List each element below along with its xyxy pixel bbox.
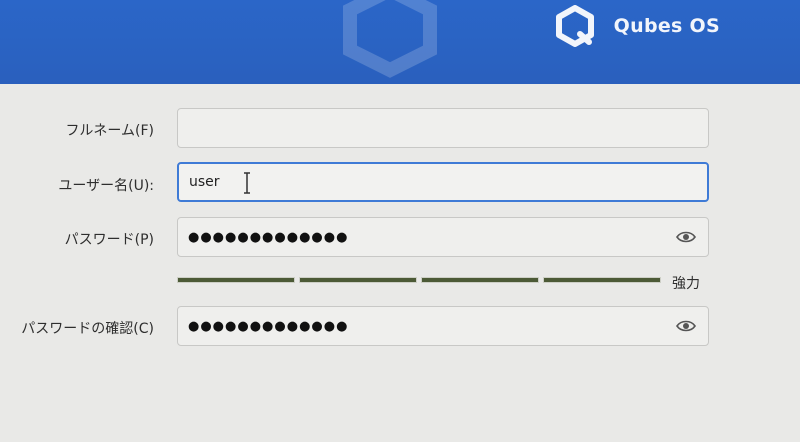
qubes-logo-icon: [555, 5, 594, 47]
confirm-password-field[interactable]: ●●●●●●●●●●●●●: [177, 306, 709, 346]
qubes-watermark-icon: [343, 0, 437, 78]
brand-name: Qubes OS: [613, 15, 720, 37]
confirm-label: パスワードの確認(C): [21, 321, 154, 337]
confirm-password-value: ●●●●●●●●●●●●●: [188, 318, 349, 334]
brand: Qubes OS: [554, 5, 720, 47]
strength-segment: [543, 277, 661, 283]
password-value: ●●●●●●●●●●●●●: [188, 229, 349, 245]
password-label: パスワード(P): [64, 232, 154, 248]
eye-icon[interactable]: [676, 230, 696, 244]
strength-segment: [421, 277, 539, 283]
password-field[interactable]: ●●●●●●●●●●●●●: [177, 217, 709, 257]
header-bar: Qubes OS: [0, 0, 800, 84]
password-strength-meter: [177, 276, 661, 284]
username-field[interactable]: user: [177, 162, 709, 202]
text-cursor-icon: [244, 172, 250, 194]
fullname-field[interactable]: [177, 108, 709, 148]
fullname-label: フルネーム(F): [65, 123, 154, 139]
eye-icon[interactable]: [676, 319, 696, 333]
strength-segment: [177, 277, 295, 283]
username-label: ユーザー名(U):: [58, 178, 154, 194]
username-value: user: [189, 174, 220, 190]
strength-segment: [299, 277, 417, 283]
strength-label: 強力: [672, 276, 700, 292]
